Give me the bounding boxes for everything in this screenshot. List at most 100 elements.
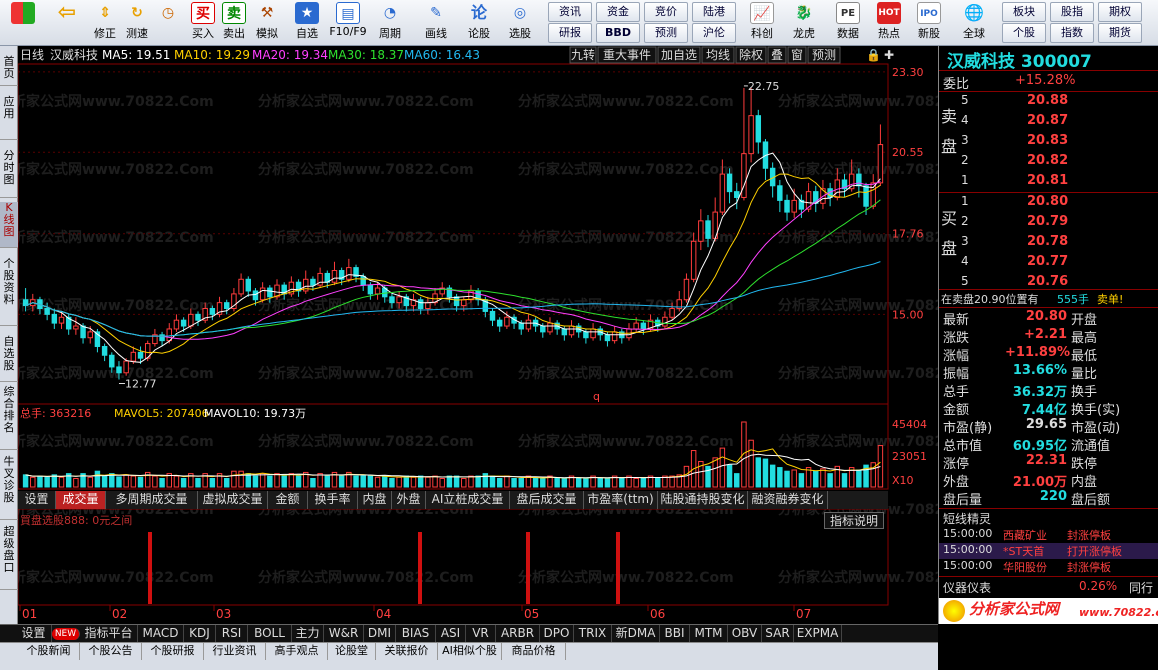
windows-button[interactable] bbox=[6, 2, 40, 44]
nav-home[interactable]: 首页 bbox=[0, 56, 18, 86]
head-tab-1[interactable]: 重大事件 bbox=[597, 46, 657, 64]
bottom-nav-5[interactable]: 论股堂 bbox=[328, 643, 376, 660]
shanghai-london-button[interactable]: 沪伦 bbox=[692, 23, 736, 43]
indicator-tab-15[interactable]: TRIX bbox=[574, 625, 612, 643]
lock-icon[interactable]: 🔒 bbox=[866, 48, 881, 62]
simulate-button[interactable]: ⚒ 模拟 bbox=[252, 2, 282, 44]
indicator-tab-10[interactable]: BIAS bbox=[396, 625, 436, 643]
nav-super-quote[interactable]: 超级盘口 bbox=[0, 526, 18, 590]
bottom-nav-3[interactable]: 行业资讯 bbox=[204, 643, 266, 660]
indicator-tab-8[interactable]: W&R bbox=[324, 625, 364, 643]
volume-tab-9[interactable]: 盘后成交量 bbox=[510, 491, 584, 509]
discuss-button[interactable]: 论 论股 bbox=[462, 2, 496, 44]
stock-select-button[interactable]: ◎ 选股 bbox=[502, 2, 538, 44]
sector-button[interactable]: 板块 bbox=[1002, 2, 1046, 22]
index-futures-button[interactable]: 股指 bbox=[1050, 2, 1094, 22]
clock-button[interactable]: ◷ bbox=[154, 2, 182, 44]
buy-price[interactable]: 20.80 bbox=[1027, 194, 1068, 209]
volume-tab-2[interactable]: 多周期成交量 bbox=[106, 491, 198, 509]
head-tab-2[interactable]: 加自选 bbox=[657, 46, 701, 64]
period-button[interactable]: ◔ 周期 bbox=[372, 2, 408, 44]
head-tab-5[interactable]: 叠 bbox=[767, 46, 787, 64]
indicator-tab-12[interactable]: VR bbox=[466, 625, 496, 643]
industry-more[interactable]: 同行 bbox=[1129, 579, 1153, 596]
kline-chart-svg[interactable]: 分析家公式网www.70822.Com 分析家公式网www.70822.Com 分析… bbox=[0, 46, 994, 624]
volume-tab-8[interactable]: AI立桩成交量 bbox=[426, 491, 510, 509]
funds-button[interactable]: 资金 bbox=[596, 2, 640, 22]
indicator-tab-2[interactable]: 指标平台 bbox=[80, 625, 138, 643]
nav-watchlist[interactable]: 自选股 bbox=[0, 336, 18, 382]
indicator-tab-5[interactable]: RSI bbox=[216, 625, 248, 643]
volume-tab-3[interactable]: 虚拟成交量 bbox=[198, 491, 268, 509]
volume-tab-7[interactable]: 外盘 bbox=[392, 491, 426, 509]
indicator-tab-19[interactable]: OBV bbox=[728, 625, 762, 643]
indicator-tab-17[interactable]: BBI bbox=[660, 625, 690, 643]
hk-connect-button[interactable]: 陆港 bbox=[692, 2, 736, 22]
bottom-nav-7[interactable]: AI相似个股 bbox=[438, 643, 502, 660]
futures-button[interactable]: 期货 bbox=[1098, 23, 1142, 43]
indicator-tab-11[interactable]: ASI bbox=[436, 625, 466, 643]
volume-tab-5[interactable]: 换手率 bbox=[308, 491, 358, 509]
back-button[interactable]: ⇦ bbox=[50, 2, 84, 44]
volume-tab-12[interactable]: 融资融券变化 bbox=[748, 491, 828, 509]
nav-ranking[interactable]: 综合排名 bbox=[0, 386, 18, 450]
research-button[interactable]: 研报 bbox=[548, 23, 592, 43]
indicator-tab-13[interactable]: ARBR bbox=[496, 625, 540, 643]
bottom-nav-6[interactable]: 关联报价 bbox=[376, 643, 438, 660]
draw-line-button[interactable]: ✎ 画线 bbox=[418, 2, 454, 44]
indicator-tab-21[interactable]: EXPMA bbox=[794, 625, 842, 643]
indicator-help-button[interactable]: 指标说明 bbox=[824, 512, 884, 529]
buy-price[interactable]: 20.77 bbox=[1027, 254, 1068, 269]
indicator-tab-14[interactable]: DPO bbox=[540, 625, 574, 643]
indicator-tab-3[interactable]: MACD bbox=[138, 625, 184, 643]
sell-price[interactable]: 20.81 bbox=[1027, 173, 1068, 188]
indicator-tab-6[interactable]: BOLL bbox=[248, 625, 292, 643]
news-button[interactable]: 资讯 bbox=[548, 2, 592, 22]
ipo-button[interactable]: IPO 新股 bbox=[912, 2, 946, 44]
buy-price[interactable]: 20.79 bbox=[1027, 214, 1068, 229]
nav-apps[interactable]: 应用 bbox=[0, 96, 18, 140]
sell-button[interactable]: 卖 卖出 bbox=[220, 2, 248, 44]
bbd-button[interactable]: BBD bbox=[596, 23, 640, 43]
indices-button[interactable]: 指数 bbox=[1050, 23, 1094, 43]
indicator-tab-0[interactable]: 设置 bbox=[16, 625, 52, 643]
fix-button[interactable]: ⇕ 修正 bbox=[90, 2, 120, 44]
science-board-button[interactable]: 📈 科创 bbox=[744, 2, 780, 44]
head-tab-3[interactable]: 均线 bbox=[701, 46, 735, 64]
dragon-tiger-button[interactable]: 🐉 龙虎 bbox=[786, 2, 822, 44]
favorites-button[interactable]: ★ 自选 bbox=[290, 2, 324, 44]
forecast-button[interactable]: 预测 bbox=[644, 23, 688, 43]
auction-button[interactable]: 竞价 bbox=[644, 2, 688, 22]
stocks-button[interactable]: 个股 bbox=[1002, 23, 1046, 43]
volume-tab-1[interactable]: 成交量 bbox=[56, 491, 106, 509]
bottom-nav-2[interactable]: 个股研报 bbox=[142, 643, 204, 660]
volume-tab-6[interactable]: 内盘 bbox=[358, 491, 392, 509]
volume-tab-4[interactable]: 金额 bbox=[268, 491, 308, 509]
bottom-nav-0[interactable]: 个股新闻 bbox=[18, 643, 80, 660]
sell-price[interactable]: 20.88 bbox=[1027, 93, 1068, 108]
jingling-row[interactable]: 15:00:00 *ST天首 打开涨停板 bbox=[939, 543, 1158, 559]
volume-tab-0[interactable]: 设置 bbox=[18, 491, 56, 509]
data-button[interactable]: PE 数据 bbox=[830, 2, 866, 44]
hot-spot-button[interactable]: HOT 热点 bbox=[872, 2, 906, 44]
sell-price[interactable]: 20.87 bbox=[1027, 113, 1068, 128]
volume-tab-10[interactable]: 市盈率(ttm) bbox=[584, 491, 658, 509]
indicator-tab-18[interactable]: MTM bbox=[690, 625, 728, 643]
sell-price[interactable]: 20.83 bbox=[1027, 133, 1068, 148]
sell-price[interactable]: 20.82 bbox=[1027, 153, 1068, 168]
head-tab-7[interactable]: 预测 bbox=[807, 46, 841, 64]
nav-diagnosis[interactable]: 牛叉诊股 bbox=[0, 456, 18, 520]
bottom-nav-8[interactable]: 商品价格 bbox=[502, 643, 566, 660]
options-button[interactable]: 期权 bbox=[1098, 2, 1142, 22]
jingling-row[interactable]: 15:00:00 西藏矿业 封涨停板 bbox=[939, 527, 1158, 543]
head-tab-4[interactable]: 除权 bbox=[735, 46, 767, 64]
buy-price[interactable]: 20.76 bbox=[1027, 274, 1068, 289]
nav-intraday[interactable]: 分时图 bbox=[0, 150, 18, 198]
indicator-tab-9[interactable]: DMI bbox=[364, 625, 396, 643]
speed-button[interactable]: ↻ 测速 bbox=[122, 2, 152, 44]
indicator-tab-4[interactable]: KDJ bbox=[184, 625, 216, 643]
indicator-tab-1[interactable]: NEW bbox=[52, 628, 80, 640]
indicator-tab-7[interactable]: 主力 bbox=[292, 625, 324, 643]
indicator-tab-20[interactable]: SAR bbox=[762, 625, 794, 643]
volume-tab-11[interactable]: 陆股通持股变化 bbox=[658, 491, 748, 509]
